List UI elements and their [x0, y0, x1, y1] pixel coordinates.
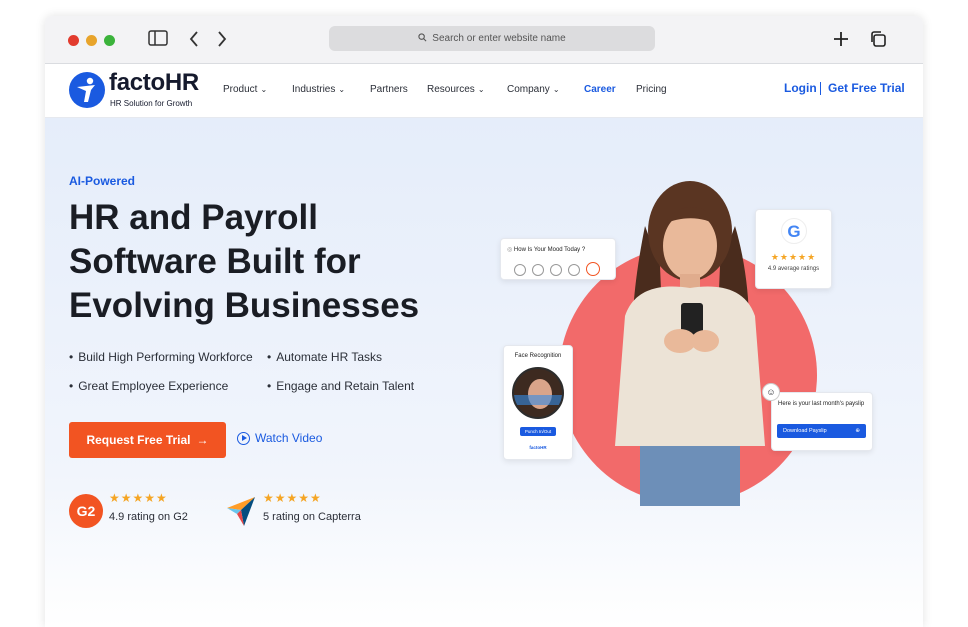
- mood-sad-icon[interactable]: [514, 264, 526, 276]
- mood-neutral-icon[interactable]: [550, 264, 562, 276]
- chat-icon: ◎: [507, 247, 513, 253]
- nav-resources-label: Resources: [427, 84, 475, 95]
- headline-line-3: Evolving Businesses: [69, 286, 420, 325]
- cta-label: Request Free Trial: [86, 433, 191, 447]
- g2-stars: ★★★★★: [109, 491, 168, 505]
- minimize-window-button[interactable]: [86, 35, 97, 46]
- watch-video-label: Watch Video: [255, 431, 323, 445]
- back-icon[interactable]: [188, 30, 200, 52]
- nav-industries[interactable]: Industries ⌄: [292, 84, 345, 95]
- nav-partners[interactable]: Partners: [370, 84, 408, 95]
- mood-card-title: ◎ How Is Your Mood Today ?: [507, 246, 585, 253]
- punch-in-out-button[interactable]: Punch In/Out: [519, 427, 557, 436]
- feature-bullet: Automate HR Tasks: [267, 350, 382, 364]
- capterra-logo-icon: [225, 494, 259, 528]
- feature-bullet: Engage and Retain Talent: [267, 379, 414, 393]
- mood-happy-icon[interactable]: [586, 262, 600, 276]
- site-header: factoHR HR Solution for Growth Product ⌄ …: [45, 64, 923, 118]
- hero-section: AI-Powered HR and Payroll Software Built…: [45, 118, 923, 627]
- chevron-down-icon: ⌄: [552, 85, 560, 94]
- nav-company[interactable]: Company ⌄: [507, 84, 560, 95]
- google-rating-card: G ★★★★★ 4.9 average ratings: [755, 209, 832, 289]
- request-free-trial-button[interactable]: Request Free Trial →: [69, 422, 226, 458]
- mood-title-text: How Is Your Mood Today ?: [513, 247, 586, 253]
- google-stars: ★★★★★: [770, 252, 817, 262]
- headline-line-1: HR and Payroll: [69, 198, 318, 237]
- browser-window: Search or enter website name factoHR HR …: [45, 16, 923, 627]
- watch-video-link[interactable]: Watch Video: [237, 431, 322, 445]
- browser-toolbar: Search or enter website name: [45, 16, 923, 64]
- face-recognition-card: Face Recognition Punch In/Out factoHR: [503, 345, 573, 460]
- nav-divider: [820, 82, 821, 95]
- chevron-down-icon: ⌄: [477, 85, 485, 94]
- address-bar[interactable]: Search or enter website name: [329, 26, 655, 51]
- download-icon: ⊕: [855, 428, 860, 434]
- google-rating-text: 4.9 average ratings: [767, 266, 820, 272]
- download-payslip-button[interactable]: Download Payslip ⊕: [777, 424, 866, 438]
- google-logo-icon: G: [756, 218, 831, 249]
- nav-product[interactable]: Product ⌄: [223, 84, 267, 95]
- mood-options: [514, 262, 606, 281]
- new-tab-icon[interactable]: [832, 30, 850, 52]
- face-card-title: Face Recognition: [514, 353, 562, 359]
- payslip-text: Here is your last month's payslip: [778, 401, 865, 407]
- login-link[interactable]: Login: [784, 81, 817, 95]
- arrow-right-icon: →: [196, 433, 209, 447]
- nav-resources[interactable]: Resources ⌄: [427, 84, 485, 95]
- svg-text:G: G: [787, 222, 800, 241]
- feature-bullet: Great Employee Experience: [69, 379, 228, 393]
- nav-pricing-label: Pricing: [636, 84, 667, 95]
- capterra-stars: ★★★★★: [263, 491, 322, 505]
- g2-badge-text: G2: [76, 503, 96, 519]
- nav-pricing[interactable]: Pricing: [636, 84, 667, 95]
- tabs-overview-icon[interactable]: [869, 30, 887, 52]
- chatbot-icon: ☺: [762, 383, 780, 401]
- forward-icon[interactable]: [216, 30, 228, 52]
- factohr-logo-icon[interactable]: [69, 72, 105, 108]
- payslip-card: ☺ Here is your last month's payslip Down…: [762, 383, 873, 451]
- address-bar-placeholder: Search or enter website name: [432, 33, 566, 44]
- close-window-button[interactable]: [68, 35, 79, 46]
- nav-product-label: Product: [223, 84, 258, 95]
- g2-rating-text: 4.9 rating on G2: [109, 511, 188, 523]
- feature-bullet: Build High Performing Workforce: [69, 350, 253, 364]
- search-icon: [418, 32, 427, 45]
- get-free-trial-link[interactable]: Get Free Trial: [828, 81, 905, 95]
- nav-career[interactable]: Career: [584, 84, 616, 95]
- nav-partners-label: Partners: [370, 84, 408, 95]
- mood-card: ◎ How Is Your Mood Today ?: [500, 238, 616, 280]
- sidebar-toggle-icon[interactable]: [148, 30, 168, 50]
- mood-content-icon[interactable]: [568, 264, 580, 276]
- mood-unhappy-icon[interactable]: [532, 264, 544, 276]
- brand-tagline: HR Solution for Growth: [110, 99, 193, 108]
- woman-with-phone-illustration: [615, 181, 765, 506]
- nav-career-label: Career: [584, 84, 616, 95]
- chevron-down-icon: ⌄: [338, 85, 346, 94]
- nav-industries-label: Industries: [292, 84, 336, 95]
- face-scan-avatar: [512, 367, 564, 419]
- chevron-down-icon: ⌄: [260, 85, 268, 94]
- download-payslip-label: Download Payslip: [783, 428, 827, 434]
- face-card-footer: factoHR: [529, 445, 547, 450]
- headline-line-2: Software Built for: [69, 242, 361, 281]
- maximize-window-button[interactable]: [104, 35, 115, 46]
- capterra-rating-text: 5 rating on Capterra: [263, 511, 361, 523]
- g2-logo-icon: G2: [69, 494, 103, 528]
- hero-eyebrow: AI-Powered: [69, 174, 136, 188]
- brand-name[interactable]: factoHR: [109, 69, 199, 97]
- play-icon: [237, 431, 250, 445]
- nav-company-label: Company: [507, 84, 550, 95]
- hero-headline: HR and Payroll Software Built for Evolvi…: [69, 196, 439, 328]
